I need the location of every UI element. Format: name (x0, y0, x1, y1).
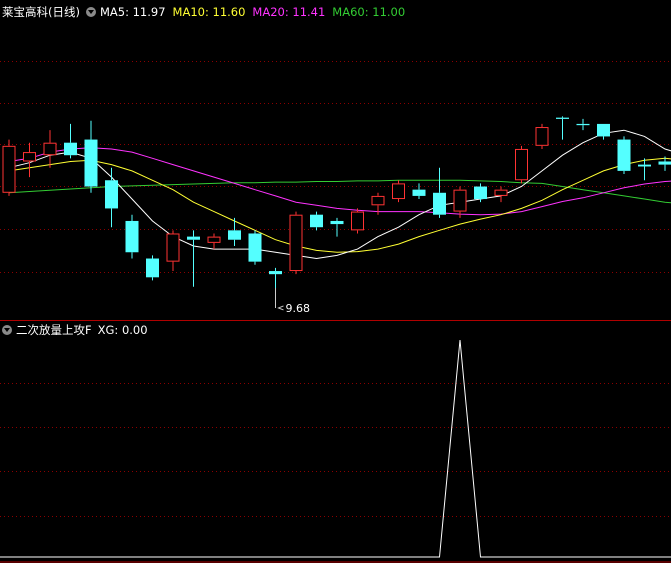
candle-body (453, 189, 467, 212)
candle-body (310, 214, 323, 228)
candle (515, 145, 528, 184)
candle (64, 123, 77, 159)
xg-series-line (0, 339, 671, 558)
top-panel-header: 莱宝高科 (日线) MA5: 11.97 MA10: 11.60 MA20: 11.… (2, 4, 412, 20)
candle-body (597, 123, 610, 137)
xg-value: XG: 0.00 (97, 323, 148, 337)
candle-body (617, 139, 631, 171)
candle-body (146, 258, 159, 278)
candle (125, 214, 139, 259)
candle-body (412, 189, 426, 196)
candlestick-series (2, 116, 671, 288)
candle-body (351, 211, 364, 231)
indicator-name: 二次放量上攻F (16, 323, 92, 337)
candle-body (125, 220, 139, 253)
candle (187, 230, 200, 287)
candle (23, 142, 36, 178)
candle (330, 217, 344, 237)
candle (535, 123, 549, 149)
ma-legend-item: MA5: 11.97 (99, 5, 166, 19)
ma-legend-item: MA20: 11.41 (252, 5, 326, 19)
candle-body (515, 148, 528, 181)
candle (453, 186, 467, 218)
xg-signal-line (0, 339, 671, 558)
candle-body (228, 230, 241, 240)
candle-body (638, 164, 651, 167)
candle (2, 139, 16, 196)
candle (310, 211, 323, 231)
candle-body (535, 127, 549, 146)
candle (433, 167, 446, 218)
candle (84, 120, 98, 193)
candle-body (556, 117, 569, 119)
candle (494, 186, 508, 203)
low-marker-label: 9.68 (286, 302, 311, 315)
candle (617, 136, 631, 174)
candle-body (43, 142, 57, 156)
candle (412, 183, 426, 200)
candle-body (64, 142, 77, 156)
candle-body (289, 214, 303, 272)
candle (166, 230, 180, 272)
low-price-marker: 9.68 (275, 287, 311, 315)
candle-body (371, 195, 385, 206)
dropdown-circle-icon[interactable] (85, 7, 96, 17)
candle-body (392, 183, 405, 200)
candle-body (474, 186, 487, 200)
ma-legend-item: MA60: 11.00 (332, 5, 406, 19)
chart-canvas: 9.68 (0, 61, 671, 563)
ma-legend-item: MA10: 11.60 (172, 5, 246, 19)
candle (351, 208, 364, 234)
candle-body (494, 189, 508, 196)
period-label: (日线) (48, 5, 80, 19)
dropdown-circle-icon[interactable] (2, 325, 12, 335)
candle-body (2, 145, 16, 193)
stock-name: 莱宝高科 (2, 5, 48, 19)
candle-body (84, 139, 98, 187)
candle-body (269, 271, 282, 275)
candle-body (576, 123, 590, 126)
candle (146, 255, 159, 281)
candle-body (433, 192, 446, 215)
candle-body (658, 161, 671, 165)
candle (105, 167, 118, 228)
low-marker-arrow (277, 305, 284, 311)
ma-legend: MA5: 11.97 MA10: 11.60 MA20: 11.41 MA60: 11… (100, 5, 412, 19)
candle (576, 118, 590, 131)
candle (248, 230, 262, 265)
bottom-panel-header: 二次放量上攻F XG: 0.00 (2, 322, 148, 338)
candle (289, 211, 303, 275)
candle-body (207, 236, 221, 243)
candle-body (166, 233, 180, 262)
candle (392, 180, 405, 203)
candle-body (330, 220, 344, 225)
candle (207, 233, 221, 250)
candle-body (23, 152, 36, 162)
candle (269, 267, 282, 288)
candle (597, 123, 610, 140)
candle-body (248, 233, 262, 262)
candle-body (105, 180, 118, 209)
candle-body (187, 236, 200, 240)
bottom-grid (0, 383, 671, 517)
candle (556, 116, 569, 140)
candle (43, 130, 57, 168)
candle (228, 217, 241, 246)
